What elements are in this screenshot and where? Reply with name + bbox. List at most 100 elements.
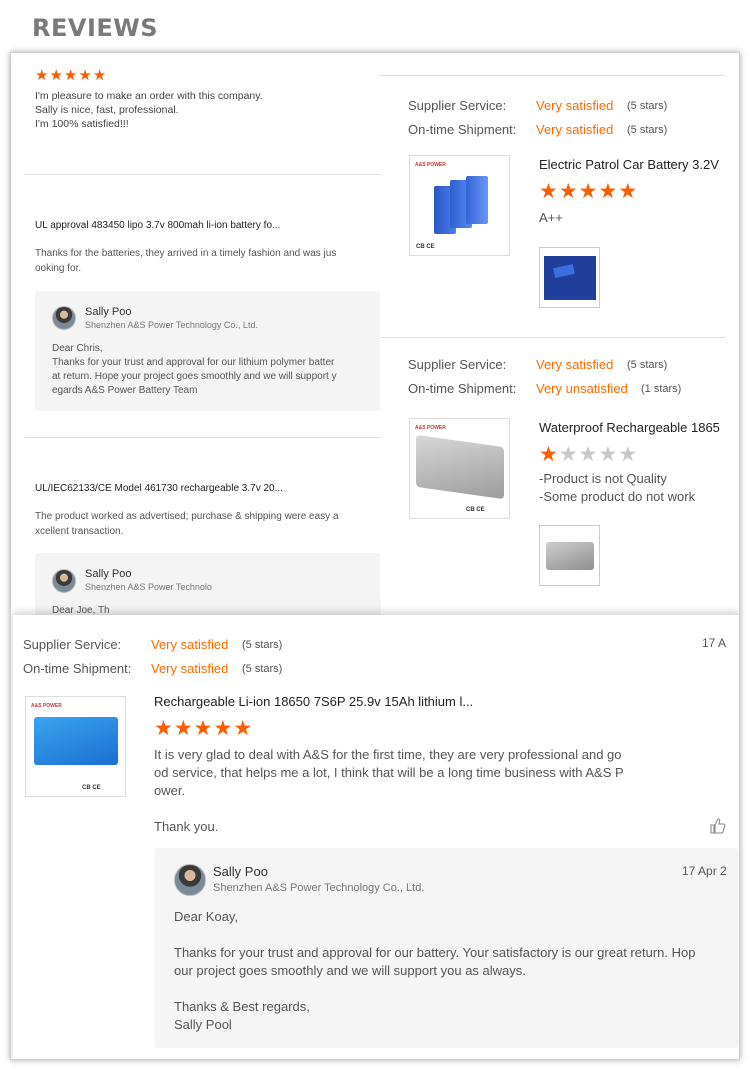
supplier-service-count: (5 stars) [627, 100, 668, 112]
review-photo-thumbnail[interactable] [539, 247, 600, 308]
product-image[interactable]: A&S POWER CB CE [409, 155, 510, 256]
review-line: ower. [154, 783, 186, 798]
review-photo-thumbnail[interactable] [539, 525, 600, 586]
review1-text: I'm pleasure to make an order with this … [35, 89, 375, 131]
shipment-label: On-time Shipment: [23, 661, 132, 676]
review2-line: ooking for. [35, 263, 82, 274]
reply-line: Dear Chris, [52, 343, 103, 354]
review-line: -Product is not Quality [539, 471, 667, 486]
review1-stars: ★★★★★ [35, 67, 107, 85]
reply-company: Shenzhen A&S Power Technology Co., Ltd. [85, 320, 258, 330]
battery-box-icon [416, 434, 504, 500]
review-line: od service, that helps me a lot, I think… [154, 765, 624, 780]
shipment-value: Very satisfied [151, 661, 229, 676]
shipment-label: On-time Shipment: [408, 381, 517, 396]
reply-date: 17 Apr 2 [682, 864, 727, 878]
reply-line: our project goes smoothly and we will su… [174, 963, 526, 978]
star-icon: ★ [35, 67, 50, 84]
supplier-service-count: (5 stars) [242, 639, 283, 651]
cert-marks: CB CE [416, 244, 435, 250]
review-date: 17 A [702, 636, 727, 650]
reply-author: Sally Poo [85, 568, 132, 580]
star-icon: ★ [598, 180, 619, 203]
review-text: -Product is not Quality -Some product do… [539, 470, 695, 506]
review-card-waterproof: Supplier Service: Very satisfied (5 star… [380, 337, 739, 599]
review2-line: Thanks for the batteries, they arrived i… [35, 248, 337, 259]
reply-line: Thanks for your trust and approval for o… [174, 945, 696, 960]
star-icon: ★ [173, 717, 194, 740]
reply-signature: Thanks & Best regards, Sally Pool [174, 998, 310, 1034]
star-icon: ★ [558, 443, 579, 466]
supplier-service-value: Very satisfied [536, 357, 614, 372]
reply-author: Sally Poo [213, 864, 268, 879]
battery-pack-icon [34, 717, 118, 765]
card2-stars: ★★★★★ [539, 444, 638, 466]
product-image[interactable]: A&S POWER CB CE [409, 418, 510, 519]
cert-marks: CB CE [82, 785, 101, 791]
supplier-service-label: Supplier Service: [408, 357, 507, 372]
card3-stars: ★★★★★ [154, 718, 253, 740]
product-title-link[interactable]: Waterproof Rechargeable 1865 [539, 420, 720, 435]
review-thanks: Thank you. [154, 819, 219, 834]
review-text: It is very glad to deal with A&S for the… [154, 746, 624, 800]
review2-product-link[interactable]: UL approval 483450 lipo 3.7v 800mah li-i… [35, 220, 381, 231]
shipment-label: On-time Shipment: [408, 122, 517, 137]
reply-company: Shenzhen A&S Power Technology Co., Ltd. [213, 882, 425, 894]
card1-stars: ★★★★★ [539, 181, 638, 203]
star-icon: ★ [92, 67, 108, 84]
avatar [52, 569, 76, 593]
shipment-value: Very satisfied [536, 122, 614, 137]
star-icon: ★ [578, 180, 599, 203]
star-icon: ★ [49, 67, 64, 84]
reply-line: Thanks for your trust and approval for o… [52, 357, 335, 368]
review2-text: Thanks for the batteries, they arrived i… [35, 246, 381, 276]
star-icon: ★ [539, 180, 559, 203]
review3-line: The product worked as advertised; purcha… [35, 511, 339, 522]
avatar [174, 864, 206, 896]
reply-line: at return. Hope your project goes smooth… [52, 371, 337, 382]
star-icon: ★ [598, 443, 619, 466]
shipment-count: (5 stars) [627, 124, 668, 136]
review1-line: I'm pleasure to make an order with this … [35, 90, 263, 102]
reply-text: Dear Chris, Thanks for your trust and ap… [52, 342, 337, 398]
star-icon: ★ [78, 67, 93, 84]
review3-product-link[interactable]: UL/IEC62133/CE Model 461730 rechargeable… [35, 483, 381, 494]
star-icon: ★ [154, 717, 174, 740]
review-card-electric-patrol: Supplier Service: Very satisfied (5 star… [380, 71, 739, 339]
brand-logo: A&S POWER [415, 425, 446, 431]
shipment-count: (1 stars) [641, 383, 682, 395]
review-card-li-ion-18650: Supplier Service: Very satisfied (5 star… [13, 615, 739, 1059]
reply-company: Shenzhen A&S Power Technolo [85, 582, 212, 592]
photo-content [546, 542, 594, 570]
shipment-count: (5 stars) [242, 663, 283, 675]
thumbs-up-icon[interactable] [709, 817, 727, 835]
review3-text: The product worked as advertised; purcha… [35, 509, 381, 539]
reply-greeting: Dear Koay, [174, 909, 239, 924]
star-icon: ★ [618, 180, 639, 203]
review-line: It is very glad to deal with A&S for the… [154, 747, 622, 762]
avatar [52, 306, 76, 330]
product-title-link[interactable]: Rechargeable Li-ion 18650 7S6P 25.9v 15A… [154, 694, 473, 709]
review-text: A++ [539, 210, 563, 225]
brand-logo: A&S POWER [31, 703, 62, 709]
product-image[interactable]: A&S POWER CB CE [25, 696, 126, 797]
reply-line: egards A&S Power Battery Team [52, 385, 198, 396]
star-icon: ★ [193, 717, 214, 740]
reply-line: Sally Pool [174, 1017, 232, 1032]
reply-author: Sally Poo [85, 306, 132, 318]
product-title-link[interactable]: Electric Patrol Car Battery 3.2V [539, 157, 719, 172]
battery-cell-icon [466, 176, 488, 224]
reply-line: Thanks & Best regards, [174, 999, 310, 1014]
star-icon: ★ [578, 443, 599, 466]
brand-logo: A&S POWER [415, 162, 446, 168]
review1-line: Sally is nice, fast, professional. [35, 104, 179, 116]
reply-body: Thanks for your trust and approval for o… [174, 944, 695, 980]
page-title: REVIEWS [32, 14, 159, 42]
supplier-service-count: (5 stars) [627, 359, 668, 371]
photo-content [544, 256, 596, 300]
cert-marks: CB CE [466, 507, 485, 513]
supplier-service-value: Very satisfied [151, 637, 229, 652]
shipment-value: Very unsatisfied [536, 381, 628, 396]
divider [25, 174, 381, 175]
star-icon: ★ [233, 717, 254, 740]
